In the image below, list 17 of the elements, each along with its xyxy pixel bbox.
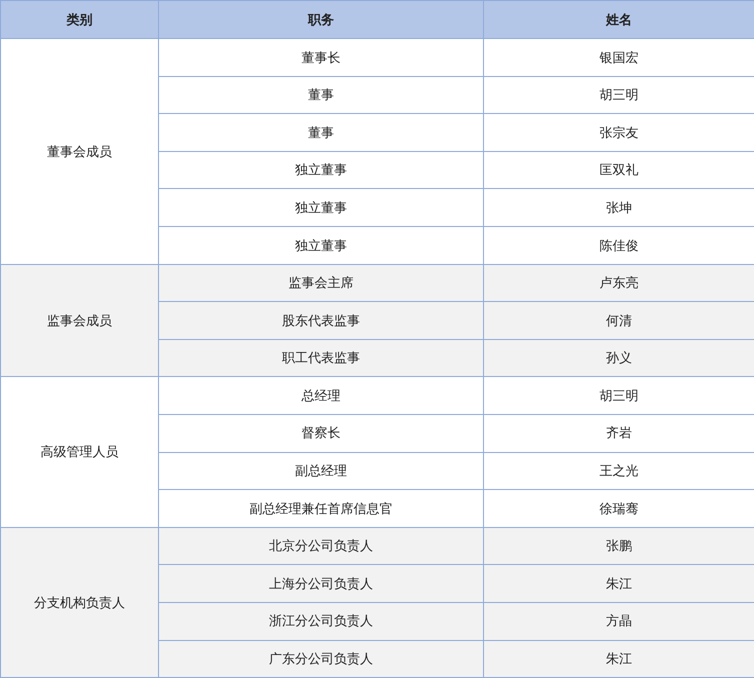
position-cell: 独立董事 xyxy=(158,188,484,226)
position-cell: 副总经理兼任首席信息官 xyxy=(158,490,484,528)
position-cell: 浙江分公司负责人 xyxy=(158,602,484,640)
position-cell: 广东分公司负责人 xyxy=(158,640,484,678)
position-cell: 股东代表监事 xyxy=(158,302,484,340)
position-cell: 总经理 xyxy=(158,376,484,414)
category-cell: 分支机构负责人 xyxy=(0,527,158,678)
position-cell: 独立董事 xyxy=(158,226,484,264)
column-header: 类别 xyxy=(0,0,158,38)
position-cell: 董事长 xyxy=(158,38,484,76)
category-cell: 董事会成员 xyxy=(0,38,158,264)
column-header: 职务 xyxy=(158,0,484,38)
position-cell: 督察长 xyxy=(158,414,484,452)
position-cell: 董事 xyxy=(158,114,484,152)
category-cell: 监事会成员 xyxy=(0,264,158,377)
category-cell: 高级管理人员 xyxy=(0,376,158,528)
position-cell: 上海分公司负责人 xyxy=(158,564,484,602)
